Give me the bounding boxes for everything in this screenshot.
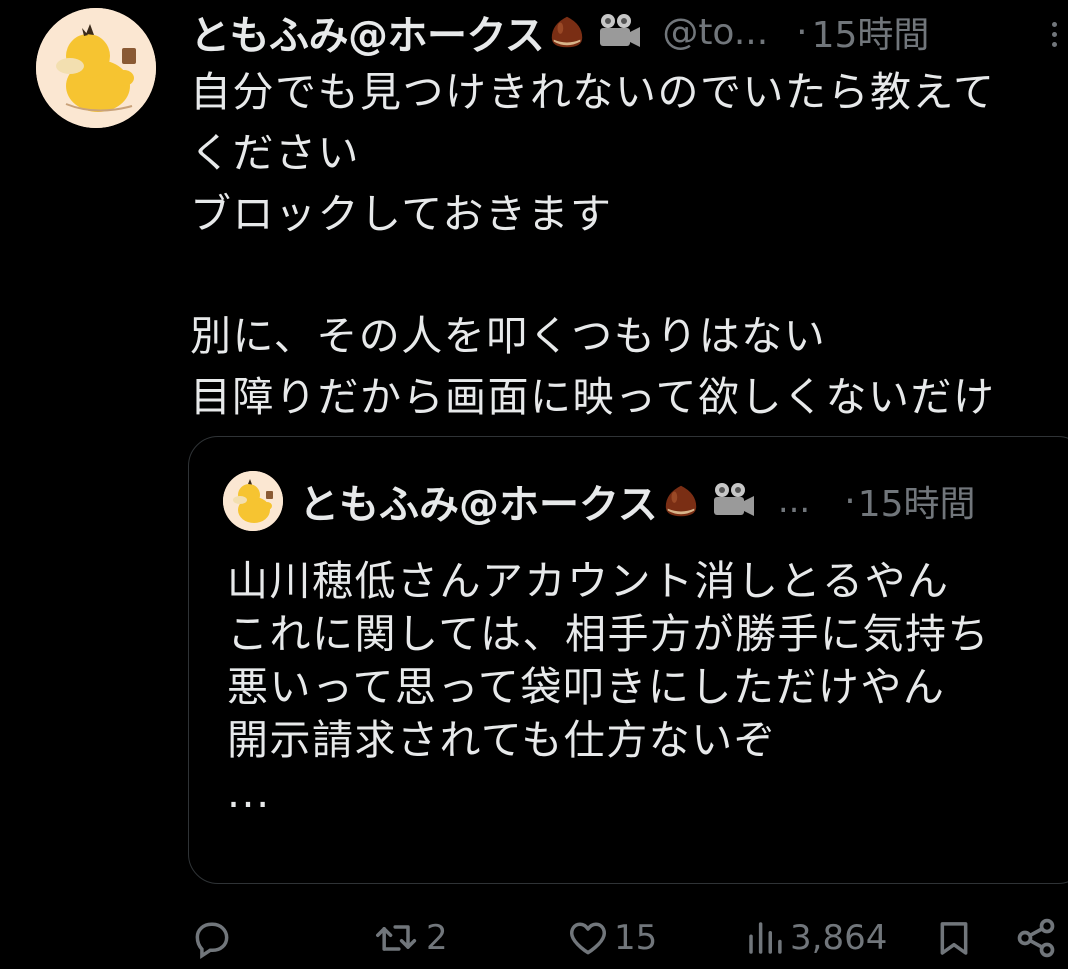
quoted-text-line: 悪いって思って袋叩きにしただけやん	[227, 663, 946, 711]
reply-icon	[195, 922, 229, 960]
tweet-text-line: 自分でも見つけきれないのでいたら教えて	[190, 68, 996, 116]
views-count: 3,864	[790, 918, 888, 958]
display-name[interactable]: ともふみ@ホークス	[190, 3, 545, 61]
tweet-text: 自分でも見つけきれないのでいたら教えて ください ブロックしておきます 別に、そ…	[190, 62, 1060, 428]
bookmark-icon	[940, 922, 968, 955]
tweet-text-line: ブロックしておきます	[190, 190, 613, 238]
share-icon	[1017, 918, 1055, 958]
quoted-text-line: ...	[227, 769, 271, 817]
views-button[interactable]: 3,864	[744, 908, 887, 968]
tweet-text-line: 目障りだから画面に映って欲しくないだけ	[190, 373, 996, 421]
tweet-text-line	[190, 245, 1060, 306]
tweet-text-line: 別に、その人を叩くつもりはない	[190, 312, 827, 360]
like-count: 15	[614, 918, 658, 958]
tweet[interactable]: ともふみ@ホークス @to... · 15時間 自分でも見つけきれないのでいたら…	[0, 0, 1068, 969]
quoted-tweet[interactable]: ともふみ@ホークス ... · 15時間 山川穂低さんアカウント消しとるやん こ…	[188, 436, 1068, 884]
psyduck-avatar-image	[36, 8, 156, 128]
reply-button[interactable]	[190, 908, 234, 968]
movie-camera-emoji-icon	[708, 481, 758, 521]
like-button[interactable]: 15	[566, 908, 657, 968]
separator-dot: ·	[844, 480, 856, 522]
quoted-header: ともふみ@ホークス ... · 15時間	[299, 473, 976, 529]
chestnut-emoji-icon	[548, 13, 586, 51]
retweet-count: 2	[426, 918, 448, 958]
movie-camera-emoji-icon	[594, 12, 644, 52]
user-handle[interactable]: @to...	[662, 12, 768, 53]
chestnut-emoji-icon	[662, 482, 700, 520]
quoted-avatar	[223, 471, 283, 531]
quoted-handle-truncated: ...	[777, 481, 811, 521]
more-options-icon[interactable]	[1040, 14, 1068, 54]
action-bar: 2 15 3,864	[0, 908, 1068, 968]
tweet-text-line: ください	[190, 129, 360, 177]
share-button[interactable]	[1014, 908, 1058, 968]
avatar[interactable]	[36, 8, 156, 128]
quoted-text-line: 開示請求されても仕方ないぞ	[227, 716, 777, 764]
quoted-text-line: 山川穂低さんアカウント消しとるやん	[227, 557, 950, 605]
retweet-icon	[376, 925, 417, 951]
retweet-button[interactable]: 2	[372, 908, 448, 968]
quoted-timestamp: 15時間	[857, 484, 976, 525]
heart-icon	[570, 922, 606, 955]
quoted-text: 山川穂低さんアカウント消しとるやん これに関しては、相手方が勝手に気持ち 悪いっ…	[227, 555, 1067, 820]
bookmark-button[interactable]	[934, 908, 974, 968]
timestamp[interactable]: 15時間	[812, 6, 930, 58]
psyduck-avatar-image	[223, 471, 283, 531]
views-icon	[749, 922, 782, 954]
tweet-header: ともふみ@ホークス @to... · 15時間	[190, 4, 929, 60]
quoted-display-name: ともふみ@ホークス	[299, 482, 658, 528]
quoted-text-line: これに関しては、相手方が勝手に気持ち	[227, 610, 990, 658]
separator-dot: ·	[796, 11, 808, 53]
